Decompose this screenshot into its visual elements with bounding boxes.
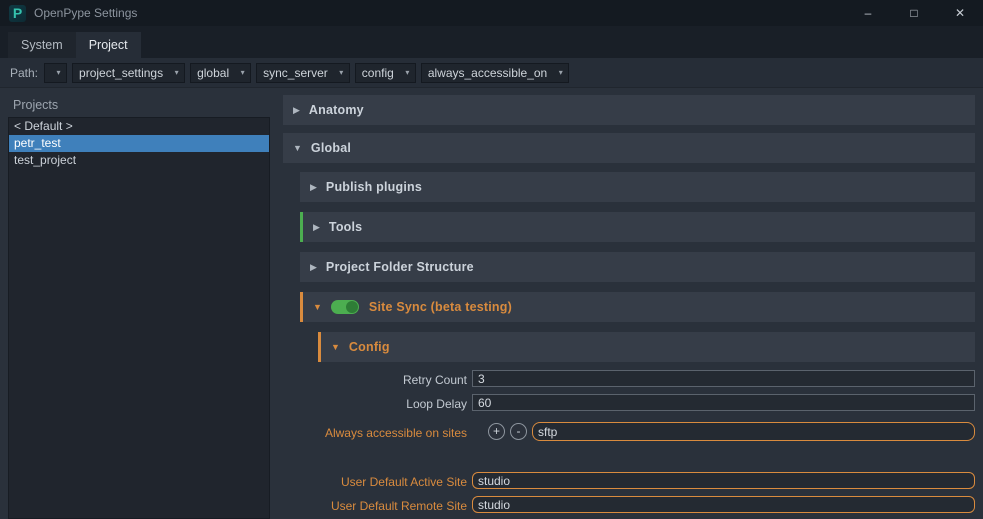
window-title: OpenPype Settings — [34, 6, 138, 20]
section-header-site-sync[interactable]: ▼ Site Sync (beta testing) — [300, 292, 975, 322]
section-header-project-folder-structure[interactable]: ▶ Project Folder Structure — [300, 252, 975, 282]
chevron-down-icon: ▾ — [339, 68, 344, 77]
path-combo-config[interactable]: config ▾ — [354, 62, 416, 83]
chevron-down-icon: ▾ — [56, 68, 61, 77]
site-sync-enabled-toggle[interactable] — [330, 300, 359, 314]
section-header-global[interactable]: ▼ Global — [283, 133, 975, 163]
section-header-tools[interactable]: ▶ Tools — [300, 212, 975, 242]
expanded-arrow-icon: ▼ — [313, 302, 322, 312]
always-accessible-on-sites-label: Always accessible on sites — [324, 426, 467, 440]
chevron-down-icon: ▾ — [558, 68, 563, 77]
path-label: Path: — [10, 65, 39, 80]
user-default-remote-site-input[interactable] — [472, 496, 975, 513]
loop-delay-label: Loop Delay — [406, 397, 467, 411]
collapsed-arrow-icon: ▶ — [313, 221, 320, 232]
list-item-petr-test[interactable]: petr_test — [9, 135, 269, 152]
user-default-active-site-label: User Default Active Site — [340, 475, 467, 489]
section-label: Global — [310, 141, 352, 155]
tab-system[interactable]: System — [8, 32, 76, 58]
section-label: Project Folder Structure — [325, 260, 474, 274]
close-button[interactable]: ✕ — [937, 0, 983, 26]
always-accessible-site-input[interactable] — [532, 422, 975, 441]
projects-panel-title: Projects — [13, 98, 59, 112]
collapsed-arrow-icon: ▶ — [310, 261, 317, 272]
expanded-arrow-icon: ▼ — [331, 342, 340, 352]
section-label: Anatomy — [308, 103, 364, 117]
minimize-button[interactable]: – — [845, 0, 891, 26]
tab-project[interactable]: Project — [75, 32, 141, 58]
loop-delay-input[interactable] — [472, 394, 975, 411]
section-label: Site Sync (beta testing) — [368, 300, 512, 314]
maximize-button[interactable]: □ — [891, 0, 937, 26]
settings-tab-bar: System Project — [0, 26, 983, 58]
openpype-settings-window: P OpenPype Settings – □ ✕ System Project… — [0, 0, 983, 519]
user-default-active-site-input[interactable] — [472, 472, 975, 489]
expanded-arrow-icon: ▼ — [293, 143, 302, 153]
add-site-button[interactable]: + — [488, 423, 505, 440]
path-combo-value: project_settings — [79, 65, 164, 80]
collapsed-arrow-icon: ▶ — [310, 181, 317, 192]
chevron-down-icon: ▾ — [405, 68, 410, 77]
collapsed-arrow-icon: ▶ — [293, 104, 300, 115]
section-label: Config — [348, 340, 390, 354]
path-combo-value: global — [197, 65, 230, 80]
list-item-default[interactable]: < Default > — [9, 118, 269, 135]
title-bar: P OpenPype Settings – □ ✕ — [0, 0, 983, 26]
path-combo-value: always_accessible_on — [427, 65, 548, 80]
remove-site-button[interactable]: - — [510, 423, 527, 440]
chevron-down-icon: ▾ — [174, 68, 179, 77]
list-item-test-project[interactable]: test_project — [9, 152, 269, 169]
section-header-config[interactable]: ▼ Config — [318, 332, 975, 362]
path-combo-always-accessible-on[interactable]: always_accessible_on ▾ — [420, 62, 570, 83]
section-header-publish-plugins[interactable]: ▶ Publish plugins — [300, 172, 975, 202]
section-header-anatomy[interactable]: ▶ Anatomy — [283, 95, 975, 125]
path-combo-value: sync_server — [263, 65, 328, 80]
window-controls: – □ ✕ — [845, 0, 983, 26]
path-combo-project-settings[interactable]: project_settings ▾ — [72, 62, 186, 83]
section-label: Tools — [328, 220, 363, 234]
openpype-logo-icon: P — [9, 4, 26, 22]
user-default-remote-site-label: User Default Remote Site — [330, 499, 467, 513]
projects-list: < Default > petr_test test_project — [8, 117, 270, 519]
path-combo-value: config — [361, 65, 394, 80]
path-breadcrumb-bar: Path: ▾ project_settings ▾ global ▾ sync… — [0, 58, 983, 88]
path-combo-global[interactable]: global ▾ — [190, 62, 252, 83]
retry-count-input[interactable] — [472, 370, 975, 387]
retry-count-label: Retry Count — [402, 373, 467, 387]
chevron-down-icon: ▾ — [240, 68, 245, 77]
section-label: Publish plugins — [325, 180, 422, 194]
path-combo-root[interactable]: ▾ — [44, 62, 68, 83]
path-combo-sync-server[interactable]: sync_server ▾ — [256, 62, 350, 83]
toggle-knob — [345, 301, 358, 313]
